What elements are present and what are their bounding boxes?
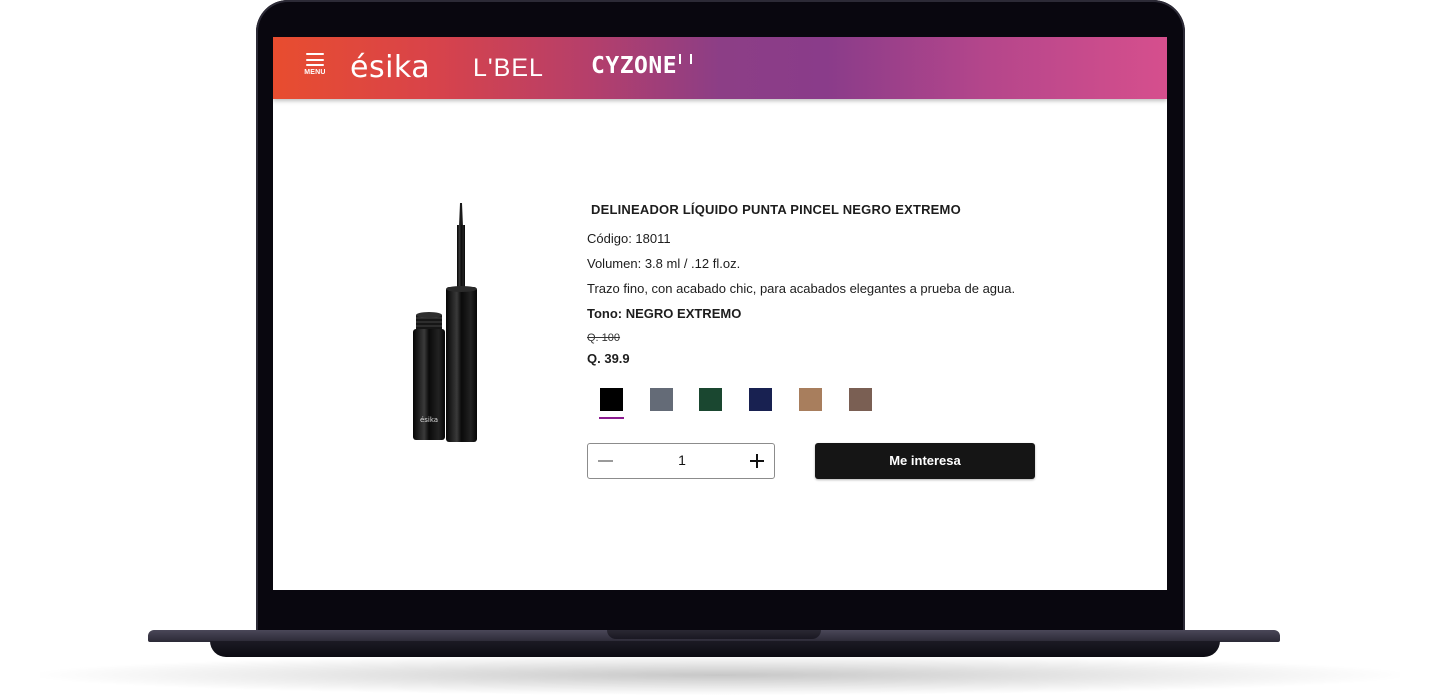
site-header: MENU ésika L'BEL CYZONE	[273, 37, 1167, 99]
quantity-stepper: 1	[587, 443, 775, 479]
laptop-screen: MENU ésika L'BEL CYZONE ésika DELINEADOR…	[273, 37, 1167, 590]
hamburger-icon	[306, 53, 324, 66]
product-code: Código: 18011	[587, 231, 671, 246]
selected-swatch-indicator	[599, 417, 624, 419]
swatch-brown[interactable]	[849, 388, 872, 411]
current-price: Q. 39.9	[587, 351, 630, 366]
swatch-navy[interactable]	[749, 388, 772, 411]
brand-esika-link[interactable]: ésika	[350, 50, 430, 85]
old-price: Q. 100	[587, 332, 621, 344]
laptop-shadow	[40, 655, 1400, 695]
product-tone: Tono: NEGRO EXTREMO	[587, 306, 742, 321]
swatch-tan[interactable]	[799, 388, 822, 411]
brand-cyzone-text: CYZONE	[591, 53, 678, 79]
product-description: Trazo fino, con acabado chic, para acaba…	[587, 281, 1016, 296]
cyzone-bracket-icon	[679, 54, 693, 64]
swatch-gray[interactable]	[650, 388, 673, 411]
tone-swatches	[599, 388, 900, 428]
swatch-black[interactable]	[599, 388, 624, 419]
brand-cyzone-link[interactable]: CYZONE	[591, 53, 693, 79]
laptop-notch	[607, 630, 821, 639]
brand-lbel-link[interactable]: L'BEL	[473, 54, 544, 83]
me-interesa-button[interactable]: Me interesa	[815, 443, 1035, 479]
swatch-green[interactable]	[699, 388, 722, 411]
eyeliner-product-icon: ésika	[413, 203, 477, 442]
menu-button[interactable]: MENU	[301, 53, 329, 87]
product-title: DELINEADOR LÍQUIDO PUNTA PINCEL NEGRO EX…	[591, 202, 961, 217]
product-brand-text: ésika	[420, 416, 438, 424]
menu-label: MENU	[304, 69, 326, 76]
plus-icon-vertical	[756, 454, 758, 468]
product-volume: Volumen: 3.8 ml / .12 fl.oz.	[587, 256, 741, 271]
laptop-base-lip	[210, 641, 1220, 657]
quantity-value[interactable]: 1	[628, 452, 736, 468]
minus-icon	[598, 460, 613, 462]
